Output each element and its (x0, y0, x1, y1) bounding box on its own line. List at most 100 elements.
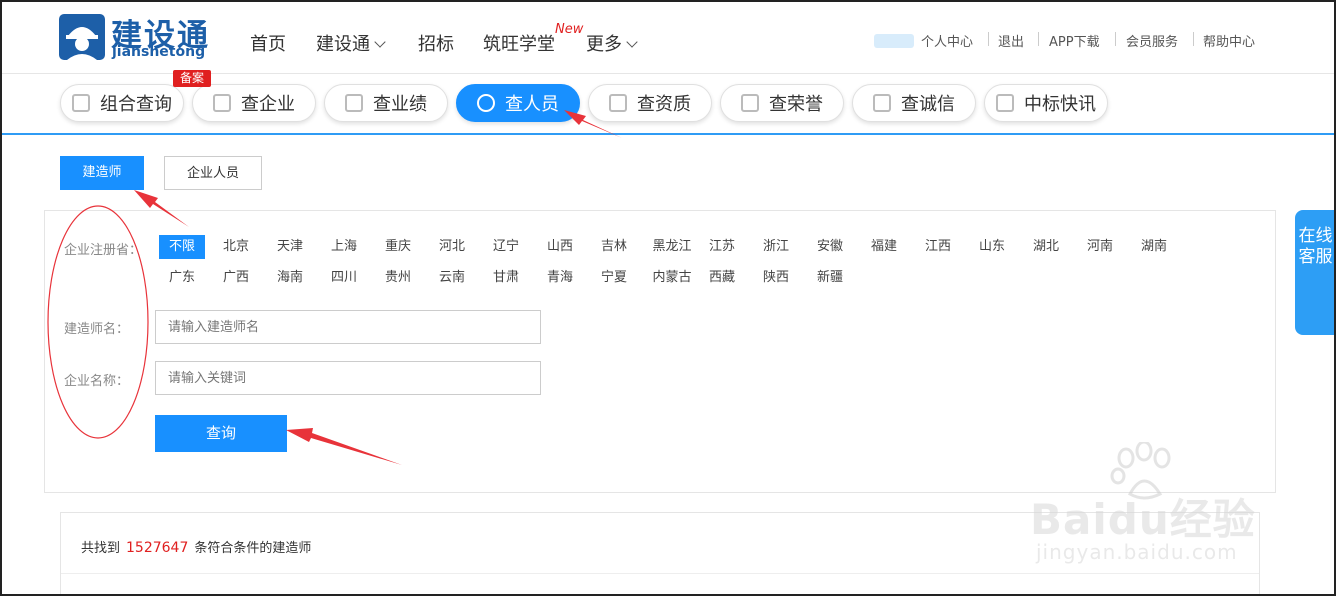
link-logout[interactable]: 退出 (998, 31, 1024, 50)
province-option[interactable]: 陕西 (753, 266, 799, 290)
province-option[interactable]: 湖北 (1023, 235, 1069, 259)
province-label: 企业注册省： (64, 243, 143, 258)
divider (61, 573, 1259, 574)
user-name-blurred (874, 34, 914, 48)
province-option[interactable]: 重庆 (375, 235, 421, 259)
province-option[interactable]: 内蒙古 (641, 266, 703, 290)
nav-bidding[interactable]: 招标 (418, 30, 454, 56)
province-option[interactable]: 新疆 (807, 266, 853, 290)
province-option[interactable]: 山西 (537, 235, 583, 259)
tab-qualification[interactable]: 查资质 (588, 84, 712, 122)
query-button[interactable]: 查询 (155, 415, 287, 452)
building-icon (213, 94, 231, 112)
province-option[interactable]: 上海 (321, 235, 367, 259)
page-frame: 建设通 jianshetong 首页 建设通 招标 筑旺学堂 New 更多 个人… (0, 0, 1336, 596)
divider (1038, 32, 1039, 46)
tab-combined-search[interactable]: 组合查询 (60, 84, 184, 122)
province-option[interactable]: 北京 (213, 235, 259, 259)
nav-academy[interactable]: 筑旺学堂 (483, 30, 555, 56)
province-option[interactable]: 四川 (321, 266, 367, 290)
baidu-watermark: Baidu经验 jingyan.baidu.com (1030, 442, 1270, 572)
province-option[interactable]: 宁夏 (591, 266, 637, 290)
medal-icon (741, 94, 759, 112)
province-option[interactable]: 浙江 (753, 235, 799, 259)
tab-honor[interactable]: 查荣誉 (720, 84, 844, 122)
tab-performance[interactable]: 查业绩 (324, 84, 448, 122)
link-personal-center[interactable]: 个人中心 (921, 31, 973, 50)
chart-icon (345, 94, 363, 112)
province-option[interactable]: 辽宁 (483, 235, 529, 259)
province-option[interactable]: 云南 (429, 266, 475, 290)
logo-text-en: jianshetong (112, 44, 206, 60)
credit-icon (873, 94, 891, 112)
nav-more[interactable]: 更多 (586, 30, 638, 56)
province-option[interactable]: 青海 (537, 266, 583, 290)
chevron-down-icon (374, 36, 386, 48)
subtab-constructor[interactable]: 建造师 (60, 156, 144, 190)
divider (1193, 32, 1194, 46)
tab-label: 查荣誉 (769, 94, 823, 115)
province-option[interactable]: 天津 (267, 235, 313, 259)
news-icon (996, 94, 1014, 112)
tab-label: 查人员 (505, 94, 559, 115)
tab-label: 查资质 (637, 94, 691, 115)
province-option[interactable]: 海南 (267, 266, 313, 290)
province-option[interactable]: 西藏 (699, 266, 745, 290)
search-list-icon (72, 94, 90, 112)
link-help-center[interactable]: 帮助中心 (1203, 31, 1255, 50)
logo-worker-icon (59, 14, 105, 60)
site-header: 建设通 jianshetong 首页 建设通 招标 筑旺学堂 New 更多 个人… (2, 2, 1334, 74)
result-count-line: 共找到 1527647 条符合条件的建造师 (81, 537, 311, 556)
tab-credit[interactable]: 查诚信 (852, 84, 976, 122)
province-option[interactable]: 不限 (159, 235, 205, 259)
province-option[interactable]: 贵州 (375, 266, 421, 290)
nav-jianshetong-label: 建设通 (316, 34, 370, 55)
tab-label: 查业绩 (373, 94, 427, 115)
tab-personnel[interactable]: 查人员 (456, 84, 580, 122)
tab-label: 组合查询 (100, 94, 172, 115)
nav-more-label: 更多 (586, 34, 622, 55)
tab-label: 查企业 (241, 94, 295, 115)
province-option[interactable]: 甘肃 (483, 266, 529, 290)
subtab-company-staff[interactable]: 企业人员 (164, 156, 262, 190)
link-member-service[interactable]: 会员服务 (1126, 31, 1178, 50)
tab-company[interactable]: 查企业 (192, 84, 316, 122)
province-option[interactable]: 吉林 (591, 235, 637, 259)
result-suffix: 条符合条件的建造师 (194, 541, 312, 556)
province-option[interactable]: 福建 (861, 235, 907, 259)
site-logo[interactable]: 建设通 jianshetong (59, 12, 224, 64)
province-option[interactable]: 广东 (159, 266, 205, 290)
filing-badge: 备案 (173, 70, 211, 87)
company-name-input[interactable] (155, 361, 541, 395)
province-option[interactable]: 湖南 (1131, 235, 1177, 259)
province-option[interactable]: 河南 (1077, 235, 1123, 259)
online-service-button[interactable]: 在线客服 (1295, 210, 1334, 335)
province-option[interactable]: 江西 (915, 235, 961, 259)
company-name-label: 企业名称： (64, 374, 130, 389)
nav-jianshetong[interactable]: 建设通 (316, 30, 386, 56)
constructor-name-label: 建造师名： (64, 322, 130, 337)
tab-bid-news[interactable]: 中标快讯 (984, 84, 1108, 122)
constructor-name-input[interactable] (155, 310, 541, 344)
result-prefix: 共找到 (81, 541, 121, 556)
online-service-label: 在线客服 (1298, 226, 1333, 267)
divider (988, 32, 989, 46)
document-icon (609, 94, 627, 112)
divider (1115, 32, 1116, 46)
chevron-down-icon (626, 36, 638, 48)
province-option[interactable]: 安徽 (807, 235, 853, 259)
tab-label: 查诚信 (901, 94, 955, 115)
tab-label: 中标快讯 (1024, 94, 1096, 115)
person-icon (477, 94, 495, 112)
link-app-download[interactable]: APP下载 (1049, 31, 1100, 50)
province-option[interactable]: 江苏 (699, 235, 745, 259)
result-count: 1527647 (126, 540, 189, 556)
province-option[interactable]: 黑龙江 (641, 235, 703, 259)
province-option[interactable]: 山东 (969, 235, 1015, 259)
nav-home[interactable]: 首页 (250, 30, 286, 56)
new-badge: New (555, 22, 584, 37)
province-option[interactable]: 河北 (429, 235, 475, 259)
watermark-brand: Baidu经验 (1030, 495, 1256, 544)
province-option[interactable]: 广西 (213, 266, 259, 290)
watermark-url: jingyan.baidu.com (1036, 540, 1238, 564)
